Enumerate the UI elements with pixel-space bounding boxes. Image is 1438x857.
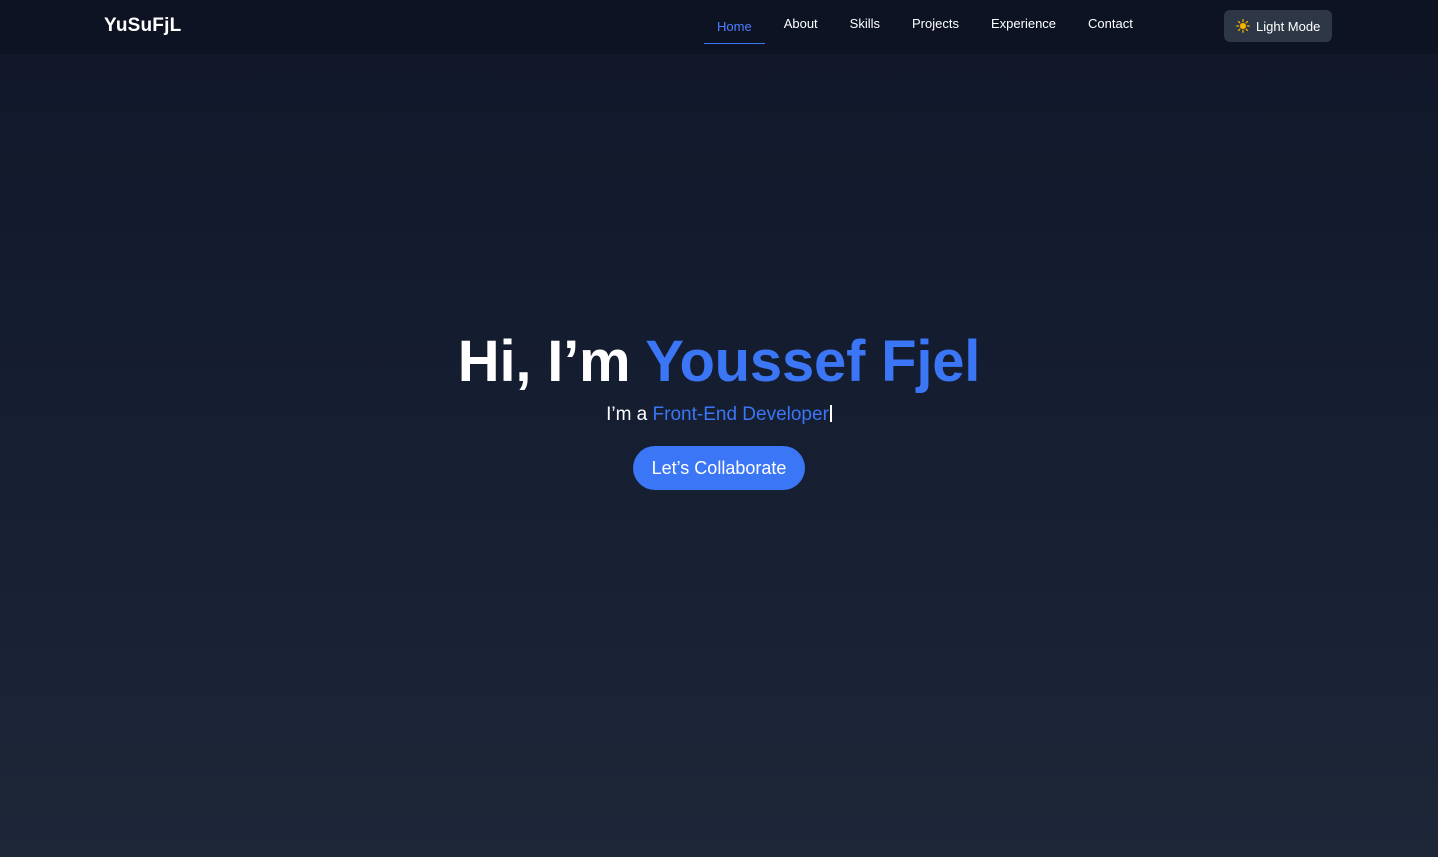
theme-toggle-label: Light Mode — [1256, 18, 1321, 34]
collaborate-button[interactable]: Let’s Collaborate — [632, 446, 806, 490]
nav-link-experience[interactable]: Experience — [978, 1, 1069, 44]
nav-link-skills[interactable]: Skills — [837, 1, 893, 44]
hero-section: Hi, I’m Youssef Fjel I’m a Front-End Dev… — [0, 330, 1438, 490]
typing-cursor — [829, 405, 832, 422]
nav-link-about[interactable]: About — [771, 1, 831, 44]
light-mode-toggle-button[interactable]: Light Mode — [1224, 10, 1332, 42]
hero-greeting: Hi, I’m — [457, 329, 646, 394]
site-logo[interactable]: YuSuFjL — [104, 15, 181, 37]
hero-role: Front-End Developer — [652, 404, 829, 425]
nav-links: Home About Skills Projects Experience Co… — [704, 0, 1146, 44]
hero-subtitle: I’m a Front-End Developer — [0, 404, 1438, 426]
hero-name: Youssef Fjel — [645, 329, 981, 394]
navbar: YuSuFjL Home About Skills Projects Exper… — [0, 0, 1438, 54]
nav-link-projects[interactable]: Projects — [899, 1, 972, 44]
nav-link-home[interactable]: Home — [704, 1, 765, 44]
nav-link-contact[interactable]: Contact — [1075, 1, 1146, 44]
hero-title: Hi, I’m Youssef Fjel — [0, 330, 1438, 394]
hero-subtitle-prefix: I’m a — [606, 404, 653, 425]
sun-icon — [1236, 19, 1250, 33]
